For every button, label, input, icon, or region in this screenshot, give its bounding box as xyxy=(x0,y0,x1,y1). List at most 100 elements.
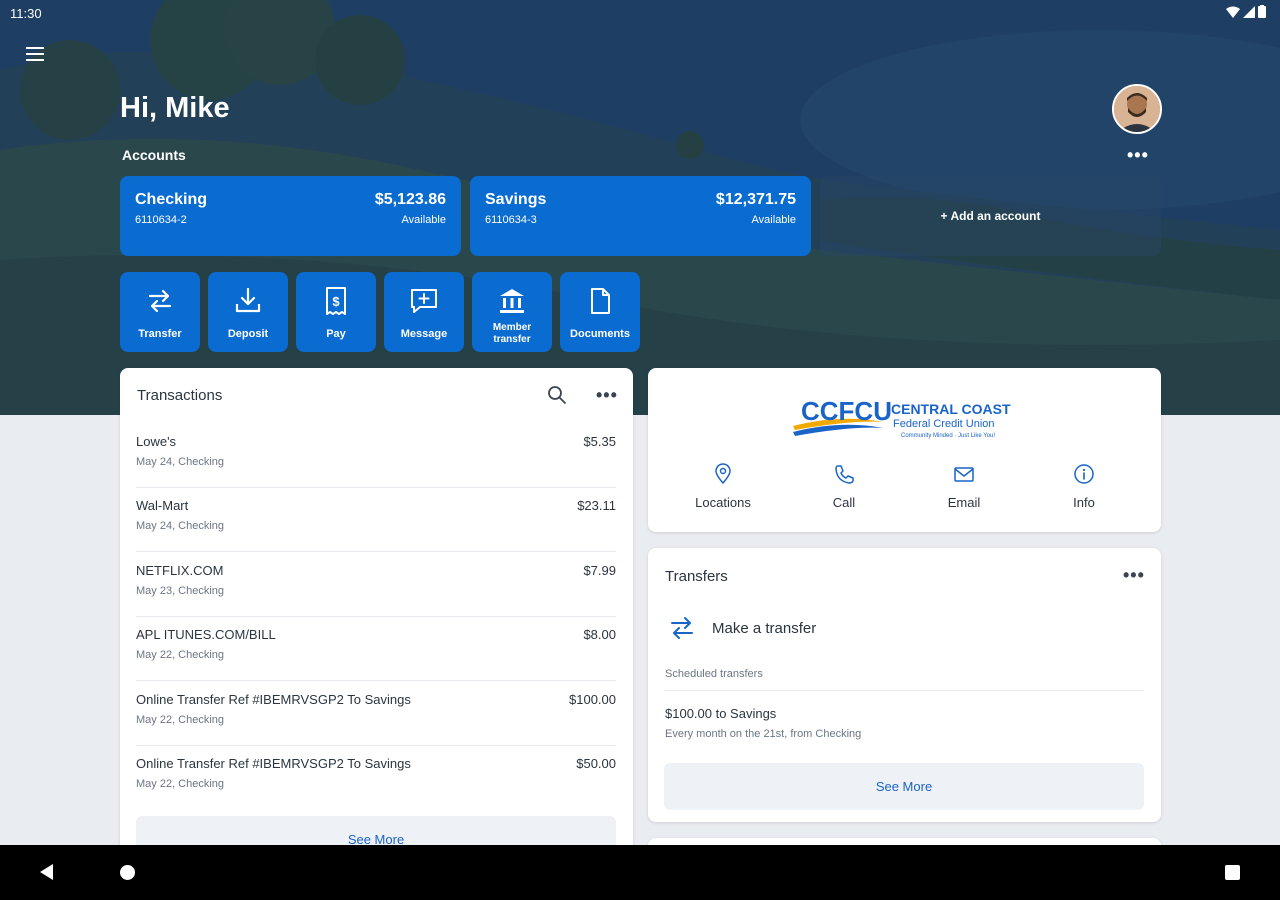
action-label: Deposit xyxy=(227,328,269,340)
locations-button[interactable]: Locations xyxy=(678,463,768,510)
search-icon[interactable] xyxy=(547,385,567,405)
avatar[interactable] xyxy=(1112,84,1162,134)
email-label: Email xyxy=(947,495,981,510)
greeting: Hi, Mike xyxy=(120,92,230,124)
transaction-amount: $23.11 xyxy=(577,498,616,513)
download-icon xyxy=(235,287,261,313)
svg-text:$: $ xyxy=(332,294,340,309)
battery-icon xyxy=(1258,5,1266,18)
transfers-see-more-button[interactable]: See More xyxy=(664,763,1144,810)
email-icon xyxy=(954,467,974,482)
transaction-description: APL ITUNES.COM/BILL xyxy=(136,627,276,642)
wifi-icon xyxy=(1226,6,1240,18)
profile-photo xyxy=(1114,86,1160,132)
transaction-row[interactable]: Lowe's May 24, Checking $5.35 xyxy=(136,424,616,488)
transaction-detail: May 22, Checking xyxy=(136,778,225,790)
transaction-amount: $5.35 xyxy=(583,434,616,449)
account-number: 6110634-2 xyxy=(135,214,187,226)
account-balance: $12,371.75 xyxy=(715,191,796,208)
info-icon xyxy=(1074,464,1094,484)
transaction-detail: May 22, Checking xyxy=(136,714,225,726)
transaction-detail: May 23, Checking xyxy=(136,585,225,597)
transfers-title: Transfers xyxy=(665,568,728,585)
transfer-icon xyxy=(671,617,693,639)
transaction-row[interactable]: Wal-Mart May 24, Checking $23.11 xyxy=(136,488,616,552)
logo-initials: CCFCU xyxy=(801,396,892,426)
transaction-amount: $100.00 xyxy=(569,692,616,707)
call-label: Call xyxy=(832,495,856,510)
action-label: Documents xyxy=(570,328,630,340)
deposit-button[interactable]: Deposit xyxy=(208,272,288,352)
transaction-description: Online Transfer Ref #IBEMRVSGP2 To Savin… xyxy=(136,692,411,707)
info-button[interactable]: Info xyxy=(1039,463,1129,510)
email-button[interactable]: Email xyxy=(919,463,1009,510)
action-label: Member transfer xyxy=(492,322,532,345)
transfers-card: Transfers ••• Make a transfer Scheduled … xyxy=(648,548,1161,822)
account-name: Savings xyxy=(485,191,547,208)
accounts-more-button[interactable]: ••• xyxy=(1127,146,1149,164)
divider xyxy=(664,690,1144,691)
navigation-bar xyxy=(0,845,1280,900)
transaction-row[interactable]: NETFLIX.COM May 23, Checking $7.99 xyxy=(136,553,616,617)
balance-label: Available xyxy=(751,214,796,226)
action-label: Transfer xyxy=(138,328,182,340)
make-transfer-label: Make a transfer xyxy=(712,620,817,637)
transaction-amount: $50.00 xyxy=(576,756,616,771)
transaction-description: Wal-Mart xyxy=(136,498,189,513)
transfers-more-button[interactable]: ••• xyxy=(1123,566,1145,584)
transaction-amount: $8.00 xyxy=(583,627,616,642)
system-icons xyxy=(1226,5,1266,18)
transaction-row[interactable]: Online Transfer Ref #IBEMRVSGP2 To Savin… xyxy=(136,746,616,810)
bill-icon: $ xyxy=(326,287,346,315)
balance-label: Available xyxy=(401,214,446,226)
transaction-amount: $7.99 xyxy=(583,563,616,578)
credit-union-card: CCFCU CENTRAL COAST Federal Credit Union… xyxy=(648,368,1161,532)
account-number: 6110634-3 xyxy=(485,214,537,226)
account-balance: $5,123.86 xyxy=(374,191,446,208)
action-label: Pay xyxy=(326,328,346,340)
call-button[interactable]: Call xyxy=(799,463,889,510)
home-icon[interactable] xyxy=(120,865,135,880)
credit-union-logo: CCFCU CENTRAL COAST Federal Credit Union… xyxy=(793,396,1011,439)
message-icon xyxy=(411,289,437,313)
status-bar: 11:30 xyxy=(0,0,1280,26)
account-card-savings[interactable]: Savings 6110634-3 $12,371.75 Available xyxy=(470,176,811,256)
account-name: Checking xyxy=(135,191,208,208)
transaction-description: Lowe's xyxy=(136,434,177,449)
transfer-button[interactable]: Transfer xyxy=(120,272,200,352)
transaction-description: Online Transfer Ref #IBEMRVSGP2 To Savin… xyxy=(136,756,411,771)
transaction-detail: May 22, Checking xyxy=(136,649,225,661)
status-time: 11:30 xyxy=(10,6,42,21)
add-account-label: + Add an account xyxy=(940,209,1041,223)
scheduled-transfer-item[interactable]: $100.00 to Savings Every month on the 21… xyxy=(665,706,861,740)
make-transfer-button[interactable]: Make a transfer xyxy=(664,612,1144,644)
member-transfer-button[interactable]: Member transfer xyxy=(472,272,552,352)
accounts-title: Accounts xyxy=(122,147,186,163)
locations-label: Locations xyxy=(695,495,751,510)
pay-button[interactable]: $ Pay xyxy=(296,272,376,352)
menu-icon[interactable] xyxy=(26,47,48,65)
logo-tagline: Community Minded · Just Like You! xyxy=(901,433,995,439)
account-card-checking[interactable]: Checking 6110634-2 $5,123.86 Available xyxy=(120,176,461,256)
scheduled-transfer-title: $100.00 to Savings xyxy=(665,706,777,721)
transaction-detail: May 24, Checking xyxy=(136,520,225,532)
location-icon xyxy=(715,463,731,485)
transaction-row[interactable]: APL ITUNES.COM/BILL May 22, Checking $8.… xyxy=(136,617,616,681)
transactions-card: Transactions ••• Lowe's May 24, Checking… xyxy=(120,368,633,858)
transaction-row[interactable]: Online Transfer Ref #IBEMRVSGP2 To Savin… xyxy=(136,682,616,746)
transaction-detail: May 24, Checking xyxy=(136,456,225,468)
transactions-more-button[interactable]: ••• xyxy=(596,386,618,404)
document-icon xyxy=(591,288,610,314)
recent-apps-icon[interactable] xyxy=(1225,865,1240,880)
scheduled-transfer-detail: Every month on the 21st, from Checking xyxy=(665,728,862,740)
bank-icon xyxy=(500,289,524,313)
info-label: Info xyxy=(1073,495,1095,510)
add-account-button[interactable]: + Add an account xyxy=(820,176,1161,256)
back-icon[interactable] xyxy=(40,864,53,880)
transaction-description: NETFLIX.COM xyxy=(136,563,224,578)
message-button[interactable]: Message xyxy=(384,272,464,352)
transfer-icon xyxy=(148,289,172,313)
logo-name: CENTRAL COAST xyxy=(891,401,1011,417)
documents-button[interactable]: Documents xyxy=(560,272,640,352)
scheduled-transfers-label: Scheduled transfers xyxy=(665,668,763,680)
